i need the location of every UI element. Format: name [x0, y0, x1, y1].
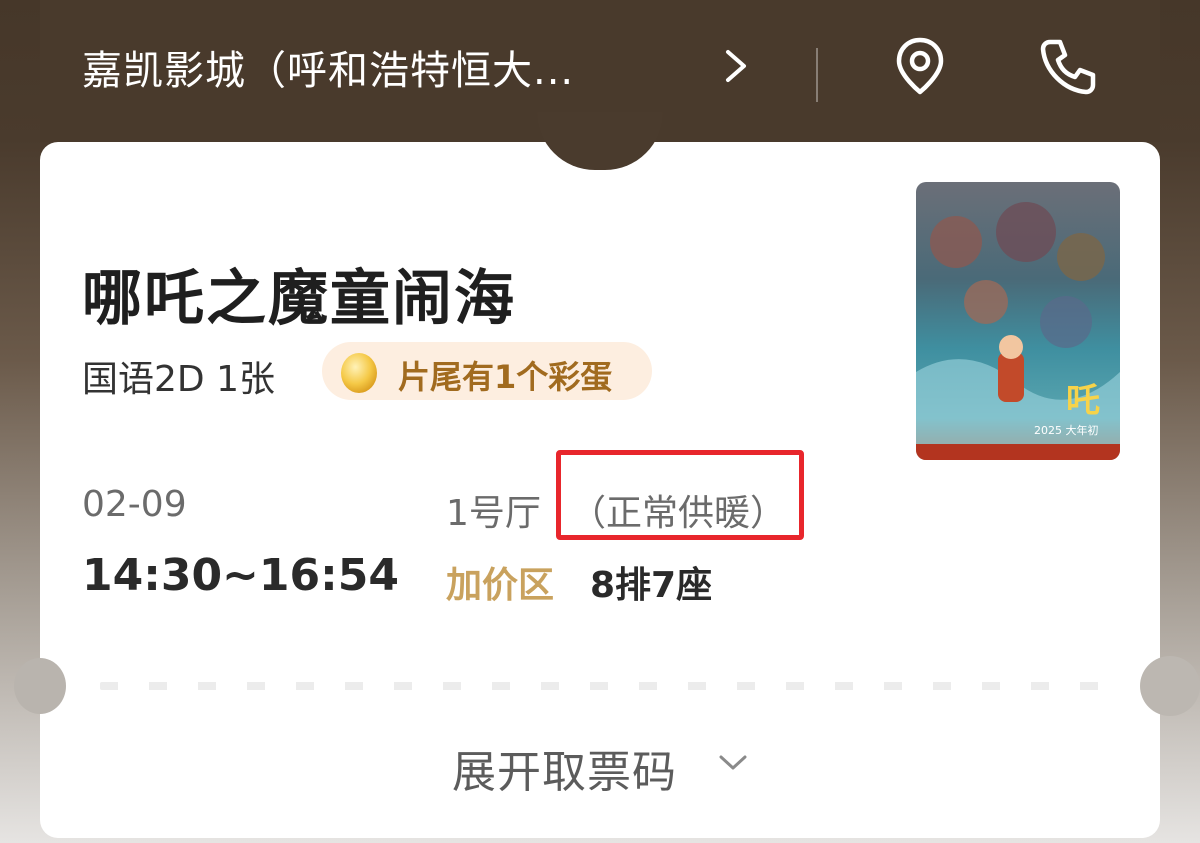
location-pin-icon[interactable]	[888, 34, 952, 98]
easter-egg-text: 片尾有1个彩蛋	[398, 358, 613, 396]
seat-zone: 加价区	[446, 565, 555, 606]
header-divider	[816, 48, 818, 102]
highlight-annotation	[556, 450, 804, 540]
ticket-side-notch-right	[1140, 656, 1200, 716]
expand-ticket-code-button[interactable]: 展开取票码	[452, 736, 677, 800]
movie-poster[interactable]: 吒 2025 大年初	[916, 182, 1120, 460]
language-format: 国语2D	[82, 359, 205, 400]
chevron-right-icon[interactable]	[722, 48, 752, 84]
ticket-side-notch-left	[14, 658, 66, 714]
phone-icon[interactable]	[1036, 34, 1100, 98]
show-time: 14:30~16:54	[82, 550, 399, 601]
movie-format: 国语2D 1张	[82, 350, 275, 402]
cinema-name-link[interactable]: 嘉凯影城（呼和浩特恒大...	[82, 38, 574, 96]
perforation-divider	[100, 682, 1100, 690]
seat-number: 8排7座	[590, 565, 713, 606]
chevron-down-icon[interactable]	[716, 752, 750, 774]
svg-text:吒: 吒	[1066, 381, 1100, 421]
ticket-count: 1张	[216, 359, 275, 400]
show-date: 02-09	[82, 484, 187, 525]
egg-icon	[341, 353, 377, 393]
hall-name: 1号厅	[446, 493, 541, 534]
movie-title: 哪吒之魔童闹海	[82, 264, 516, 334]
poster-release-text: 2025 大年初	[1034, 423, 1099, 437]
